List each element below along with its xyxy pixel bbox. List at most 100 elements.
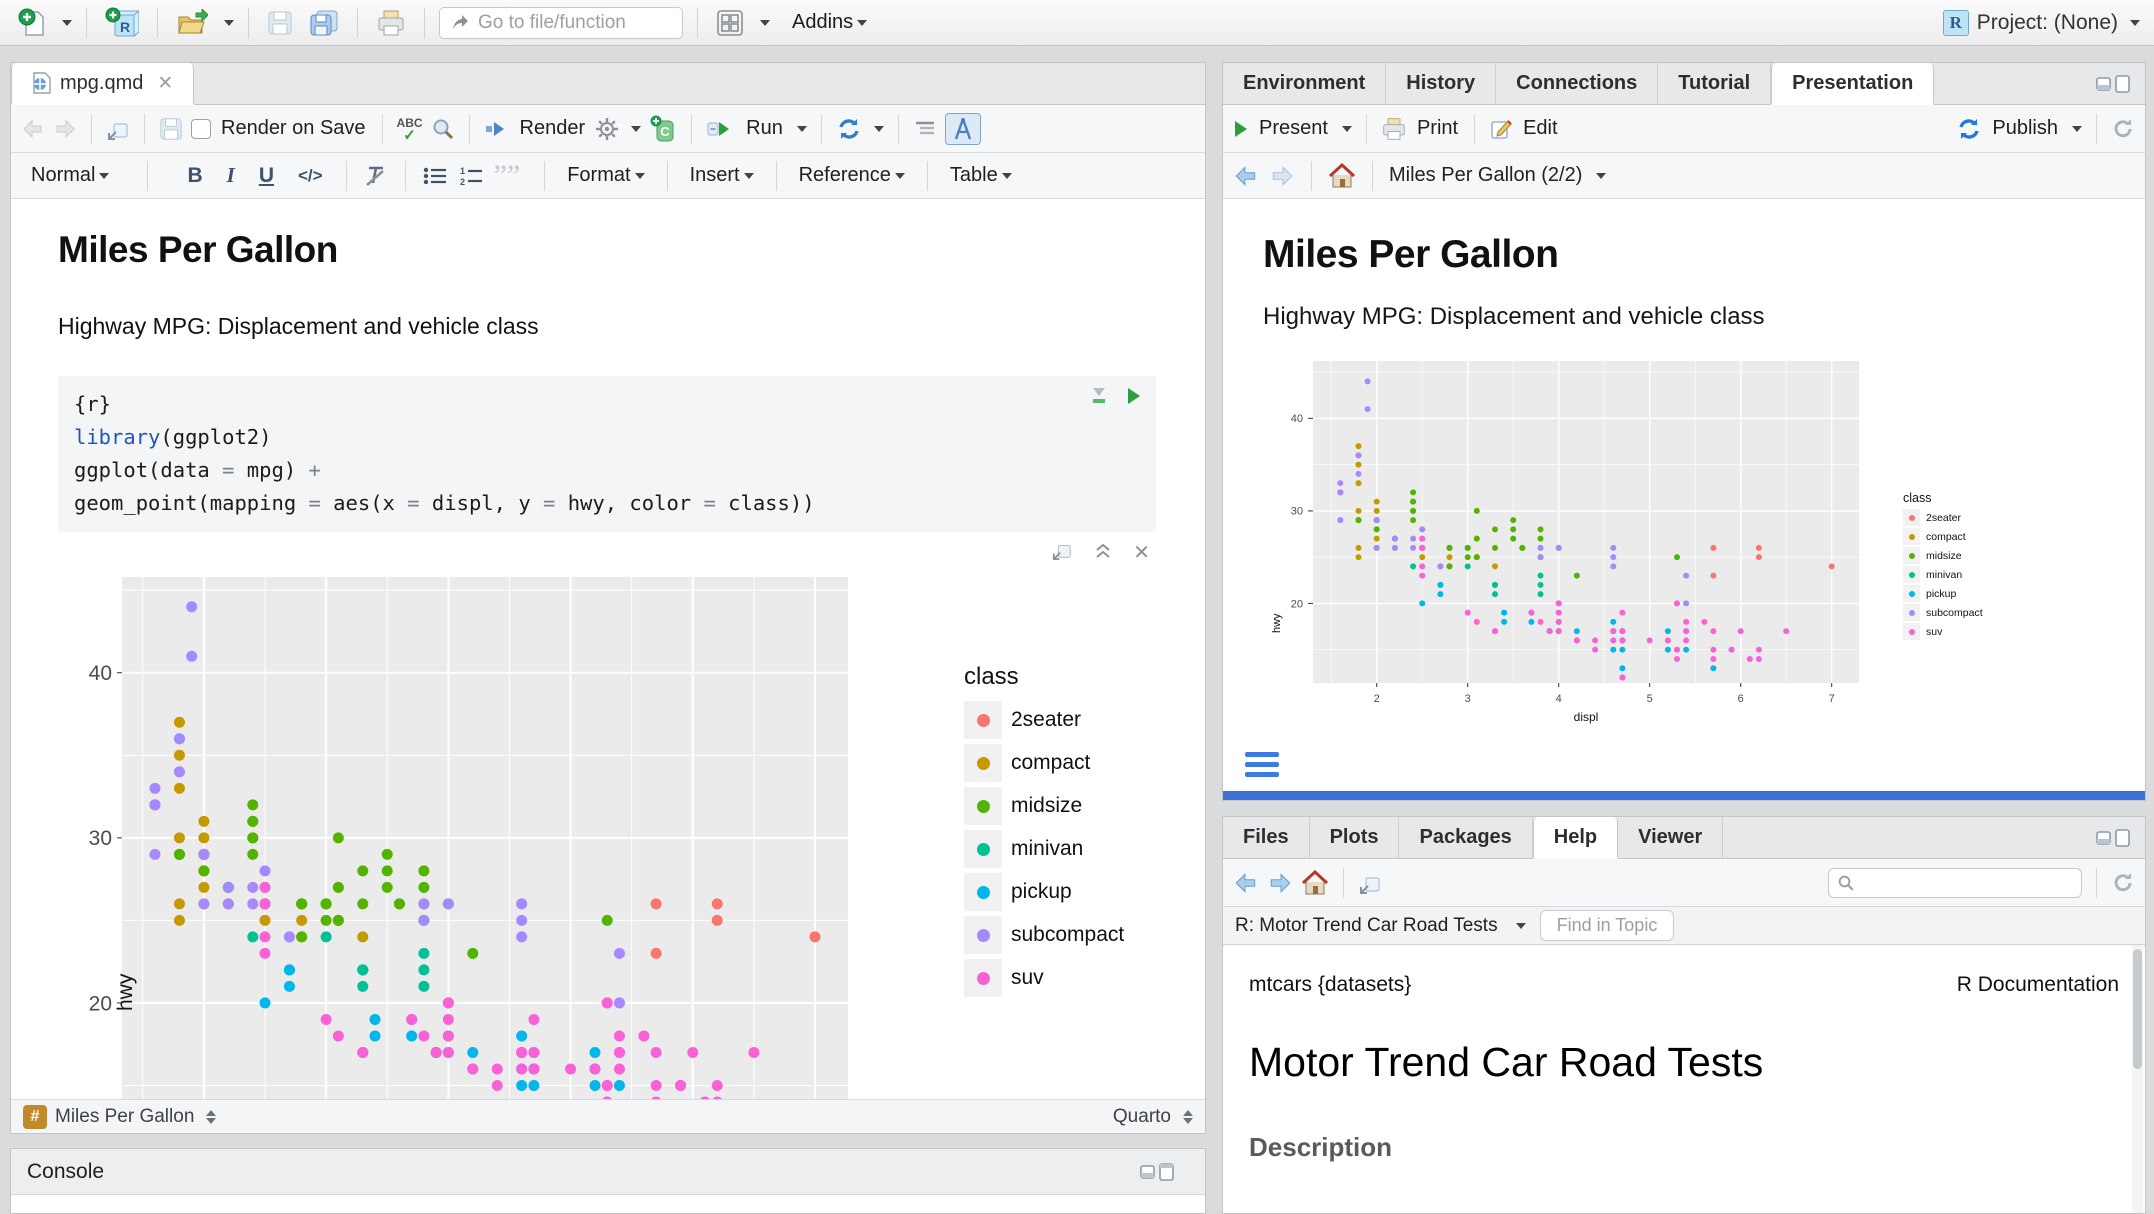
slide-back-icon[interactable]: [1233, 164, 1259, 188]
separator: [2096, 868, 2097, 898]
present-button[interactable]: Present: [1259, 117, 1328, 140]
publish-button[interactable]: Publish: [1992, 117, 2058, 140]
console-header[interactable]: Console: [11, 1149, 1205, 1195]
help-forward-icon[interactable]: [1267, 871, 1293, 895]
tab-viewer[interactable]: Viewer: [1618, 817, 1723, 858]
visual-editor-document[interactable]: Miles Per Gallon Highway MPG: Displaceme…: [11, 199, 1205, 1099]
new-file-caret[interactable]: [62, 20, 72, 26]
numbered-list-icon[interactable]: 1 2: [458, 165, 484, 187]
insert-menu[interactable]: Insert: [684, 164, 760, 187]
render-button[interactable]: Render: [520, 117, 586, 140]
home-icon[interactable]: [1328, 163, 1356, 189]
bullet-list-icon[interactable]: [422, 165, 448, 187]
tab-history[interactable]: History: [1386, 63, 1496, 104]
paragraph-style-menu[interactable]: Normal: [25, 164, 115, 187]
minimize-maximize-icons[interactable]: [2095, 828, 2133, 848]
refresh-icon[interactable]: [2111, 117, 2135, 141]
outline-location[interactable]: Miles Per Gallon: [55, 1106, 194, 1128]
publish-caret[interactable]: [2072, 126, 2082, 132]
print-button[interactable]: Print: [1417, 117, 1458, 140]
format-menu[interactable]: Format: [561, 164, 650, 187]
console-body[interactable]: [11, 1195, 1205, 1213]
help-home-icon[interactable]: [1301, 870, 1329, 896]
run-icon[interactable]: [706, 118, 736, 140]
present-caret[interactable]: [1342, 126, 1352, 132]
open-file-button[interactable]: [172, 6, 212, 40]
italic-button[interactable]: I: [220, 163, 242, 188]
help-popout-icon[interactable]: [1358, 872, 1382, 894]
find-in-topic-input[interactable]: Find in Topic: [1540, 910, 1675, 941]
find-replace-icon[interactable]: [431, 117, 455, 141]
paragraph-style-caret: [99, 173, 109, 179]
help-topic-caret[interactable]: [1516, 923, 1526, 929]
new-project-button[interactable]: R: [101, 4, 143, 42]
panes-layout-caret[interactable]: [760, 20, 770, 26]
render-on-save-checkbox[interactable]: [191, 119, 211, 139]
insert-chunk-icon[interactable]: C: [649, 115, 677, 143]
run-chunks-above-icon[interactable]: [1088, 386, 1110, 406]
outline-icon[interactable]: [913, 118, 937, 140]
clear-formatting-icon[interactable]: [363, 164, 389, 188]
print-button[interactable]: [372, 6, 410, 40]
code-format-button[interactable]: </>: [291, 166, 330, 186]
run-button[interactable]: Run: [746, 117, 783, 140]
outline-selector-icon[interactable]: [206, 1110, 216, 1124]
run-caret[interactable]: [797, 126, 807, 132]
blockquote-icon[interactable]: ””: [494, 166, 521, 186]
popout-output-icon[interactable]: [1051, 540, 1073, 560]
gear-icon[interactable]: [595, 117, 619, 141]
spellcheck-button[interactable]: ABC ✓: [397, 116, 423, 141]
tab-help[interactable]: Help: [1533, 817, 1618, 859]
open-file-caret[interactable]: [224, 20, 234, 26]
slide-menu-button[interactable]: [1245, 752, 1279, 777]
help-toolbar: [1223, 859, 2145, 907]
tab-plots[interactable]: Plots: [1310, 817, 1400, 858]
underline-button[interactable]: U: [252, 164, 281, 188]
mode-selector-icon[interactable]: [1183, 1110, 1193, 1124]
popout-icon[interactable]: [106, 118, 130, 140]
minimize-maximize-icons[interactable]: [1139, 1162, 1177, 1182]
minimize-maximize-icons[interactable]: [2095, 74, 2133, 94]
tab-connections[interactable]: Connections: [1496, 63, 1658, 104]
save-all-button[interactable]: [305, 6, 343, 40]
back-icon[interactable]: [21, 118, 45, 140]
edit-button[interactable]: Edit: [1523, 117, 1557, 140]
table-menu[interactable]: Table: [944, 164, 1018, 187]
tab-files[interactable]: Files: [1223, 817, 1310, 858]
slide-navigation-label[interactable]: Miles Per Gallon (2/2): [1389, 164, 1582, 187]
tab-tutorial[interactable]: Tutorial: [1658, 63, 1771, 104]
slide-navigation-caret[interactable]: [1596, 173, 1606, 179]
help-scrollbar[interactable]: [2132, 945, 2143, 1213]
forward-icon[interactable]: [53, 118, 77, 140]
tab-presentation[interactable]: Presentation: [1771, 63, 1934, 105]
run-chunk-icon[interactable]: [1126, 386, 1142, 406]
help-content[interactable]: mtcars {datasets} R Documentation Motor …: [1223, 945, 2145, 1213]
goto-file-search[interactable]: Go to file/function: [439, 7, 683, 39]
help-back-icon[interactable]: [1233, 871, 1259, 895]
panes-layout-button[interactable]: [712, 6, 748, 40]
reference-menu[interactable]: Reference: [793, 164, 911, 187]
tab-mpg-qmd[interactable]: mpg.qmd ✕: [11, 63, 194, 105]
close-tab-icon[interactable]: ✕: [157, 72, 173, 95]
editor-mode[interactable]: Quarto: [1113, 1106, 1171, 1128]
r-code-chunk[interactable]: {r}library(ggplot2)ggplot(data = mpg) + …: [58, 376, 1156, 532]
render-options-caret[interactable]: [631, 126, 641, 132]
bold-button[interactable]: B: [180, 164, 209, 188]
save-button[interactable]: [263, 7, 297, 39]
project-menu[interactable]: R Project: (None): [1943, 10, 2140, 36]
tab-environment[interactable]: Environment: [1223, 63, 1386, 104]
rerun-caret[interactable]: [874, 126, 884, 132]
addins-menu[interactable]: Addins: [792, 11, 867, 34]
help-refresh-icon[interactable]: [2111, 871, 2135, 895]
collapse-output-icon[interactable]: [1093, 540, 1113, 560]
tab-packages[interactable]: Packages: [1399, 817, 1532, 858]
render-icon[interactable]: [484, 118, 510, 140]
clear-output-icon[interactable]: ✕: [1133, 540, 1150, 565]
rerun-icon[interactable]: [836, 117, 862, 141]
visual-editor-toggle[interactable]: [945, 113, 981, 145]
slide-forward-icon[interactable]: [1269, 164, 1295, 188]
help-search-input[interactable]: [1828, 868, 2082, 898]
help-topic-label[interactable]: R: Motor Trend Car Road Tests: [1235, 915, 1498, 937]
save-icon[interactable]: [159, 117, 183, 141]
new-file-button[interactable]: [14, 5, 50, 41]
